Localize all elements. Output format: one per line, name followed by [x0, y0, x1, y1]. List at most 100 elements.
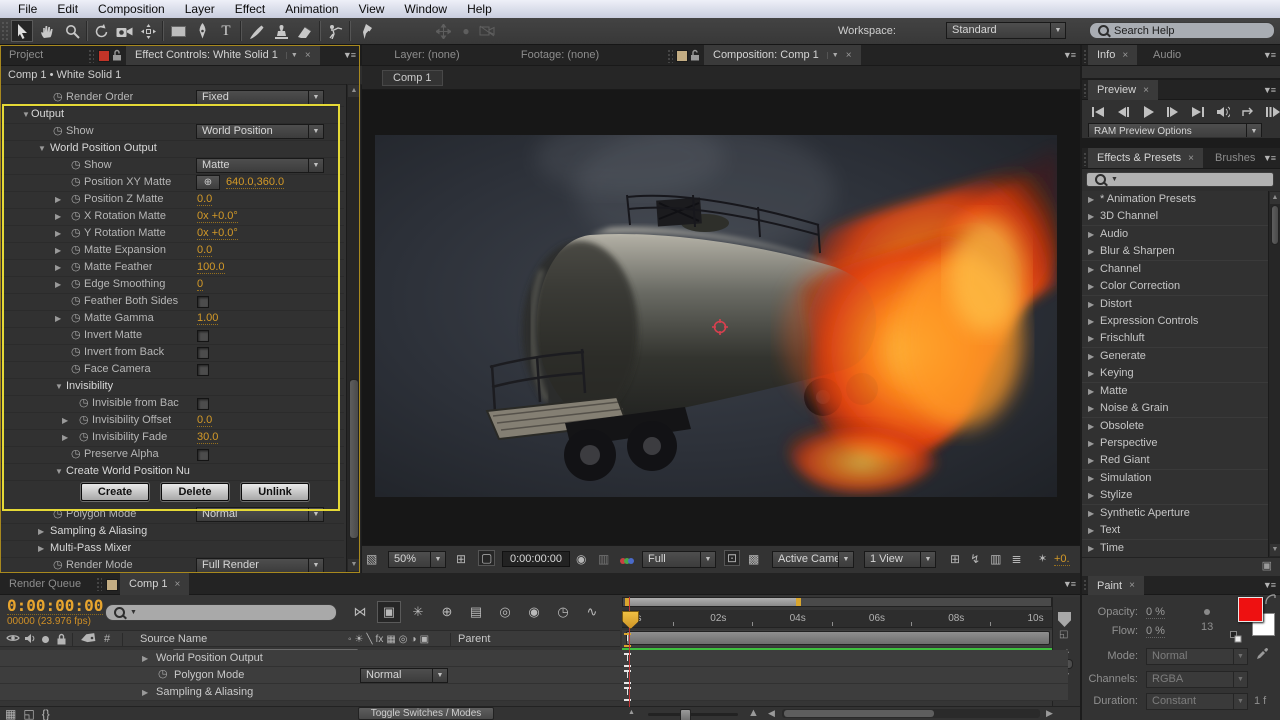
panel-menu-icon[interactable]: ▼≡: [1263, 50, 1275, 60]
category-row[interactable]: ▶Noise & Grain: [1082, 400, 1268, 418]
stopwatch-icon[interactable]: ◷: [53, 125, 63, 138]
param-value[interactable]: 0.0: [197, 193, 212, 206]
stopwatch-icon[interactable]: ◷: [71, 448, 81, 461]
param-dropdown[interactable]: Full Render▼: [196, 558, 324, 573]
scrollbar-thumb[interactable]: [349, 379, 359, 539]
switch-column-icon[interactable]: fx: [376, 634, 384, 645]
hand-tool[interactable]: [36, 20, 58, 42]
effect-controls-scrollbar[interactable]: ▲ ▼: [346, 84, 361, 573]
timeline-tool-icon[interactable]: ⊕: [435, 601, 459, 623]
zoom-slider-thumb[interactable]: [680, 709, 691, 720]
stopwatch-icon[interactable]: ◷: [71, 278, 81, 291]
stopwatch-icon[interactable]: ◷: [71, 329, 81, 342]
ram-preview-button[interactable]: [1262, 103, 1280, 120]
transparency-grid-icon[interactable]: ▩: [748, 552, 759, 566]
clone-stamp-tool[interactable]: [270, 20, 292, 42]
param-checkbox[interactable]: [197, 347, 209, 359]
panel-color-swatch[interactable]: [676, 50, 688, 62]
create-button[interactable]: Create: [81, 483, 149, 501]
unlock-icon[interactable]: [112, 49, 122, 64]
stopwatch-icon[interactable]: ◷: [71, 312, 81, 325]
solo-icon[interactable]: [42, 636, 49, 643]
close-icon[interactable]: ×: [846, 50, 852, 61]
category-row[interactable]: ▶Channel: [1082, 261, 1268, 279]
loop-button[interactable]: [1237, 103, 1258, 120]
pan-behind-tool[interactable]: [137, 20, 159, 42]
param-value[interactable]: 100.0: [197, 261, 225, 274]
effects-search-input[interactable]: ▼: [1086, 172, 1274, 187]
expand-arrow-icon[interactable]: ▶: [55, 212, 61, 221]
expand-arrow-icon[interactable]: ▶: [55, 229, 61, 238]
camera-dropdown[interactable]: Active Camera▼: [772, 551, 854, 568]
param-dropdown[interactable]: Fixed▼: [196, 90, 324, 105]
stopwatch-icon[interactable]: ◷: [71, 261, 81, 274]
stopwatch-icon[interactable]: ◷: [71, 346, 81, 359]
timeline-row[interactable]: ◷Polygon ModeNormal▼: [0, 667, 1068, 684]
switch-column-icon[interactable]: ▦: [386, 634, 395, 645]
panel-color-swatch[interactable]: [98, 50, 110, 62]
source-name-header[interactable]: Source Name: [140, 633, 207, 645]
swap-colors-icon[interactable]: [1264, 593, 1277, 609]
scroll-up-icon[interactable]: ▲: [348, 85, 360, 97]
panel-menu-icon[interactable]: ▼≡: [1063, 50, 1075, 60]
effects-scrollbar[interactable]: ▲ ▼: [1268, 191, 1280, 557]
next-frame-button[interactable]: [1162, 103, 1183, 120]
comp-marker-bin[interactable]: [1058, 612, 1071, 627]
work-area-end-handle[interactable]: [796, 598, 801, 606]
snapshot-icon[interactable]: ◉: [576, 552, 586, 566]
expand-arrow-icon[interactable]: ▶: [55, 280, 61, 289]
expand-arrow-icon[interactable]: ▶: [1088, 282, 1094, 291]
param-value[interactable]: 0.0: [197, 244, 212, 257]
scroll-up-icon[interactable]: ▲: [1270, 192, 1280, 204]
switch-column-icon[interactable]: ◎: [399, 634, 408, 645]
timeline-row[interactable]: ▶World Position Output: [0, 650, 1068, 667]
exposure-icon[interactable]: ✶: [1038, 552, 1047, 565]
menu-item-animation[interactable]: Animation: [275, 2, 348, 16]
timeline-tool-icon[interactable]: ▣: [377, 601, 401, 623]
tab-effects-presets[interactable]: Effects & Presets×: [1088, 148, 1203, 168]
new-folder-icon[interactable]: ▣: [1262, 559, 1272, 572]
expand-arrow-icon[interactable]: ▶: [1088, 352, 1094, 361]
category-row[interactable]: ▶* Animation Presets: [1082, 191, 1268, 209]
panel-grip[interactable]: [88, 49, 94, 63]
stopwatch-icon[interactable]: ◷: [71, 193, 81, 206]
param-value[interactable]: 0x +0.0°: [197, 210, 238, 223]
category-row[interactable]: ▶Matte: [1082, 383, 1268, 401]
parent-header[interactable]: Parent: [458, 633, 490, 645]
view-layout-dropdown[interactable]: 1 View▼: [864, 551, 936, 568]
rotation-tool[interactable]: [90, 20, 112, 42]
param-value[interactable]: 0: [197, 278, 203, 291]
expand-arrow-icon[interactable]: ▶: [38, 544, 44, 553]
collapse-arrow-icon[interactable]: ▼: [22, 110, 30, 119]
category-row[interactable]: ▶Simulation: [1082, 470, 1268, 488]
panel-menu-icon[interactable]: ▼≡: [1263, 153, 1275, 163]
category-row[interactable]: ▶Color Correction: [1082, 278, 1268, 296]
tab-info[interactable]: Info×: [1088, 45, 1137, 65]
chevron-down-icon[interactable]: ▼: [827, 52, 839, 59]
switch-column-icon[interactable]: ◑: [411, 634, 417, 645]
first-frame-button[interactable]: [1087, 103, 1108, 120]
menu-item-window[interactable]: Window: [394, 2, 457, 16]
stopwatch-icon[interactable]: ◷: [79, 431, 89, 444]
stopwatch-icon[interactable]: ◷: [79, 414, 89, 427]
tab-project[interactable]: Project: [0, 45, 52, 65]
param-checkbox[interactable]: [197, 330, 209, 342]
tab-render-queue[interactable]: Render Queue: [0, 573, 90, 595]
close-icon[interactable]: ×: [1188, 153, 1194, 164]
category-row[interactable]: ▶3D Channel: [1082, 208, 1268, 226]
tab-paint[interactable]: Paint×: [1088, 576, 1144, 595]
category-row[interactable]: ▶Red Giant: [1082, 452, 1268, 470]
category-row[interactable]: ▶Generate: [1082, 348, 1268, 366]
channels-dropdown[interactable]: RGBA▼: [1146, 671, 1248, 688]
tab-preview[interactable]: Preview×: [1088, 80, 1158, 100]
category-row[interactable]: ▶Obsolete: [1082, 418, 1268, 436]
close-icon[interactable]: ×: [175, 579, 181, 590]
stopwatch-icon[interactable]: ◷: [53, 91, 63, 104]
collapse-arrow-icon[interactable]: ▼: [55, 467, 63, 476]
workspace-dropdown[interactable]: Standard▼: [946, 22, 1066, 39]
current-timecode[interactable]: 0:00:00:00: [7, 597, 103, 615]
param-checkbox[interactable]: [197, 449, 209, 461]
timeline-tool-icon[interactable]: ∿: [580, 601, 604, 623]
panel-grip[interactable]: [96, 577, 102, 591]
toggle-switches-modes-button[interactable]: Toggle Switches / Modes: [358, 707, 494, 720]
